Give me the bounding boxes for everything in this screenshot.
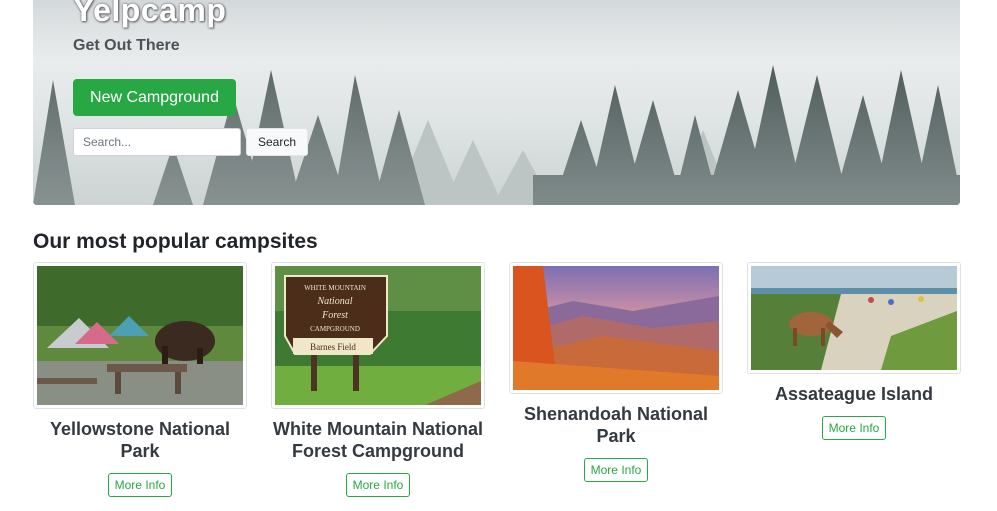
campground-thumbnail[interactable]: [747, 262, 961, 374]
section-heading: Our most popular campsites: [33, 230, 318, 253]
campground-card: Assateague Island More Info: [747, 262, 961, 440]
hero-banner: Yelpcamp Get Out There New Campground Se…: [33, 0, 960, 205]
campground-card: Yellowstone National Park More Info: [33, 262, 247, 497]
white-mountain-photo: WHITE MOUNTAIN National Forest CAMPGROUN…: [275, 266, 481, 405]
campground-thumbnail[interactable]: [33, 262, 247, 409]
campground-thumbnail[interactable]: [509, 262, 723, 394]
yellowstone-photo: [37, 266, 243, 405]
more-info-button[interactable]: More Info: [583, 458, 649, 482]
campground-name: Yellowstone National Park: [49, 419, 231, 461]
campground-name: White Mountain National Forest Campgroun…: [273, 419, 483, 461]
sign-line-4: CAMPGROUND: [310, 325, 360, 333]
more-info-button[interactable]: More Info: [821, 416, 887, 440]
site-title: Yelpcamp: [73, 0, 227, 28]
search-button[interactable]: Search: [246, 128, 308, 156]
campground-name: Shenandoah National Park: [523, 404, 709, 446]
campground-name: Assateague Island: [774, 384, 934, 404]
more-info-button[interactable]: More Info: [107, 473, 173, 497]
more-info-button[interactable]: More Info: [345, 473, 411, 497]
sign-line-1: WHITE MOUNTAIN: [304, 284, 366, 292]
site-subtitle: Get Out There: [73, 37, 180, 54]
campground-thumbnail[interactable]: WHITE MOUNTAIN National Forest CAMPGROUN…: [271, 262, 485, 409]
search-input[interactable]: [73, 128, 241, 156]
page: Yelpcamp Get Out There New Campground Se…: [0, 0, 997, 511]
sign-line-2: National: [316, 296, 352, 307]
sign-line-3: Forest: [321, 310, 348, 321]
campground-card: Shenandoah National Park More Info: [509, 262, 723, 482]
campground-card: WHITE MOUNTAIN National Forest CAMPGROUN…: [271, 262, 485, 497]
new-campground-button[interactable]: New Campground: [73, 79, 236, 116]
sign-line-5: Barnes Field: [310, 342, 356, 352]
assateague-photo: [751, 266, 957, 370]
shenandoah-photo: [513, 266, 719, 390]
